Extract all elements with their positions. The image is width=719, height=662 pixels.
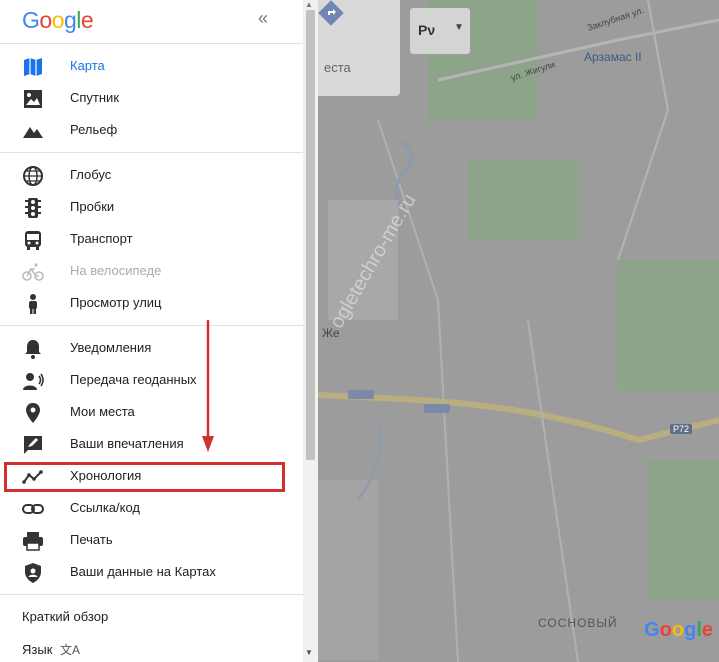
globe-icon <box>23 166 43 186</box>
chevron-down-icon: ▼ <box>454 22 464 33</box>
menu-item-street-view[interactable]: Просмотр улиц <box>0 288 303 318</box>
menu-item-label: Спутник <box>70 90 120 105</box>
layer-language-button[interactable]: Рν ▼ <box>410 8 470 54</box>
menu-item-print[interactable]: Печать <box>0 525 303 555</box>
scrollbar-thumb[interactable] <box>306 10 315 460</box>
menu-item-globe[interactable]: Глобус <box>0 160 303 190</box>
divider <box>0 152 303 153</box>
menu-item-notifications[interactable]: Уведомления <box>0 333 303 363</box>
menu-item-label: Карта <box>70 58 105 73</box>
menu-item-transit[interactable]: Транспорт <box>0 224 303 254</box>
road-label-p72: Р72 <box>670 424 693 434</box>
google-logo-map: Google <box>644 619 713 641</box>
place-label-sosnovy: СОСНОВЫЙ <box>538 616 618 630</box>
menu-item-label: Уведомления <box>70 340 152 355</box>
search-box-partial[interactable]: еста <box>318 0 400 96</box>
review-icon <box>24 436 42 454</box>
scroll-up-icon[interactable]: ▲ <box>305 0 313 9</box>
language-link[interactable]: Язык 文A <box>22 641 80 658</box>
menu-item-share-link[interactable]: Ссылка/код <box>0 493 303 523</box>
divider <box>0 325 303 326</box>
printer-icon <box>23 532 43 551</box>
bicycle-icon <box>22 263 44 281</box>
menu-item-bicycle[interactable]: На велосипеде <box>0 256 303 286</box>
terrain-icon <box>23 127 43 138</box>
menu-item-your-data[interactable]: Ваши данные на Картах <box>0 557 303 587</box>
menu-item-contributions[interactable]: Ваши впечатления <box>0 429 303 459</box>
menu-item-label: Печать <box>70 532 113 547</box>
menu-item-satellite[interactable]: Спутник <box>0 83 303 113</box>
menu-item-label: Ваши данные на Картах <box>70 564 216 579</box>
menu-item-my-places[interactable]: Мои места <box>0 397 303 427</box>
scroll-down-icon[interactable]: ▼ <box>305 648 313 657</box>
google-logo: Google <box>22 7 94 33</box>
menu-item-location-sharing[interactable]: Передача геоданных <box>0 365 303 395</box>
lang-button-label: Рν <box>418 22 436 38</box>
menu-item-label: Рельеф <box>70 122 118 137</box>
menu-item-label: Транспорт <box>70 231 133 246</box>
map-icon <box>24 58 42 76</box>
red-arrow-down-icon <box>202 320 214 452</box>
directions-icon[interactable] <box>318 0 344 26</box>
timeline-highlight-box <box>4 462 285 492</box>
double-chevron-left-icon[interactable]: « <box>258 8 268 29</box>
menu-item-label: Глобус <box>70 167 112 182</box>
menu-item-label: Пробки <box>70 199 115 214</box>
overview-link[interactable]: Краткий обзор <box>22 609 108 624</box>
satellite-icon <box>24 90 42 108</box>
sidebar-menu: Google « Карта Спутник Рельеф Глобус Про… <box>0 0 303 662</box>
menu-item-terrain[interactable]: Рельеф <box>0 115 303 145</box>
menu-item-traffic[interactable]: Пробки <box>0 192 303 222</box>
pegman-icon <box>29 294 37 314</box>
place-pin-icon <box>26 403 40 423</box>
map-canvas[interactable]: еста Рν ▼ Арзамас II ул. Жигули Заклубна… <box>318 0 719 662</box>
menu-item-label: Ваши впечатления <box>70 436 184 451</box>
menu-item-label: На велосипеде <box>70 263 162 278</box>
map-graphic <box>318 0 719 662</box>
location-share-icon <box>23 373 44 390</box>
menu-item-label: Передача геоданных <box>70 372 197 387</box>
bell-icon <box>25 340 41 359</box>
language-label: Язык <box>22 642 53 657</box>
place-label-arzamas: Арзамас II <box>584 50 642 64</box>
divider <box>0 594 303 595</box>
account-shield-icon <box>25 563 41 583</box>
bus-icon <box>25 231 41 250</box>
menu-item-label: Ссылка/код <box>70 500 140 515</box>
link-icon <box>22 504 44 514</box>
search-placeholder: еста <box>324 60 351 75</box>
divider <box>0 43 303 44</box>
traffic-light-icon <box>25 198 41 218</box>
translate-icon: 文A <box>60 643 81 657</box>
menu-item-label: Просмотр улиц <box>70 295 162 310</box>
menu-item-map[interactable]: Карта <box>0 51 303 81</box>
menu-item-label: Мои места <box>70 404 135 419</box>
